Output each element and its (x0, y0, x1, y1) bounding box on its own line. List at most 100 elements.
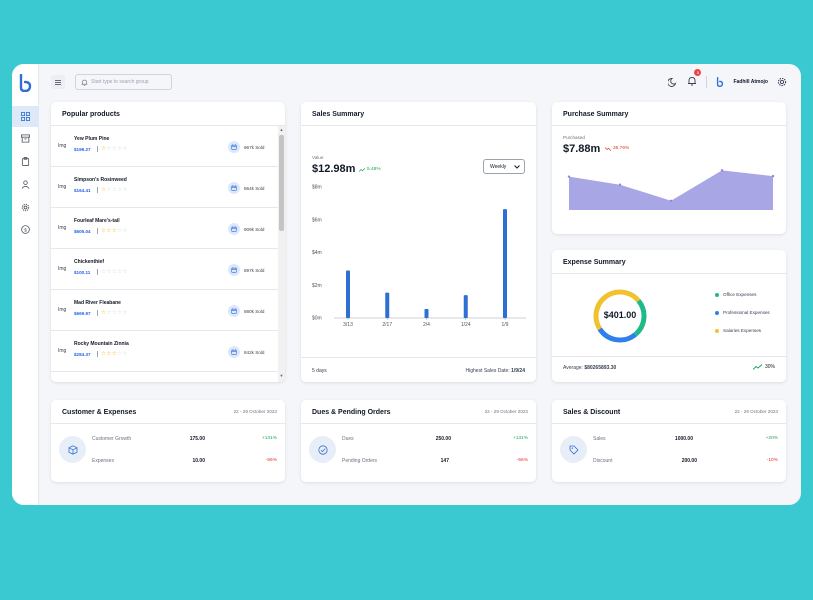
bar[interactable] (463, 295, 468, 318)
sold-icon-wrap (228, 346, 240, 358)
user-name[interactable]: Fadhill Atmojo (733, 79, 768, 85)
expenses-value: 10.00 (192, 458, 205, 464)
brand-logo-icon[interactable] (18, 74, 33, 92)
bar[interactable] (424, 308, 429, 318)
customer-growth-label: Customer Growth (92, 436, 132, 442)
sold-icon-wrap (228, 305, 240, 317)
product-price: $669.97 (74, 311, 91, 316)
customer-expenses-date: 22 - 29 October 2023 (233, 409, 277, 414)
expense-average: Average: $80265893.30 (563, 365, 616, 371)
search-input[interactable]: Start type to search group (75, 74, 172, 90)
notification-badge: 5 (694, 69, 702, 76)
sidebar: $ (12, 64, 39, 505)
star-icon: ☆ (122, 350, 128, 357)
bar[interactable] (385, 292, 390, 318)
divider (97, 269, 98, 275)
menu-toggle-button[interactable] (51, 75, 65, 89)
product-image-placeholder: Img (58, 143, 67, 149)
y-tick-label: $4m (312, 250, 322, 256)
sidebar-item-settings[interactable] (12, 197, 39, 218)
highest-sales-label: Highest Sales Date: (465, 368, 510, 374)
product-sold: 897k Sold (244, 268, 265, 273)
legend-label: Office Expenses (723, 292, 757, 297)
calendar-icon (231, 144, 237, 150)
expense-change-value: 30% (764, 364, 775, 370)
top-right-controls: 5 Fadhill Atmojo (668, 69, 787, 91)
x-tick-label: 1/24 (461, 322, 471, 328)
top-bar: Start type to search group 5 Fadhill Atm… (39, 64, 801, 100)
legend-dot (715, 292, 719, 297)
sales-discount-title: Sales & Discount (563, 409, 621, 416)
discount-change: -10% (766, 458, 778, 463)
average-value: $80265893.30 (584, 365, 617, 371)
moon-icon[interactable] (668, 77, 678, 87)
bar[interactable] (503, 209, 507, 318)
y-tick-label: $0m (312, 316, 322, 322)
sidebar-item-dashboard[interactable] (12, 106, 39, 127)
scroll-up-arrow-icon[interactable]: ▲ (279, 127, 284, 132)
data-point[interactable] (669, 199, 673, 202)
divider (51, 423, 285, 424)
expenses-label: Expenses (92, 458, 114, 464)
chevron-down-icon (514, 164, 520, 169)
svg-text:$: $ (24, 227, 27, 233)
box-icon (68, 444, 77, 455)
search-placeholder: Start type to search group (91, 79, 149, 85)
list-item[interactable]: Img Simpson's Rosinweed $164.41 ☆☆☆☆☆ 864k S… (51, 167, 278, 208)
sales-discount-icon-wrap (560, 436, 587, 463)
legend-item: Office Expenses (715, 292, 756, 297)
clipboard-icon (21, 157, 30, 166)
product-price: $199.27 (74, 147, 91, 152)
divider (301, 125, 536, 126)
product-name: Fourleaf Mare's-tail (74, 218, 120, 224)
sold-icon-wrap (228, 141, 240, 153)
purchase-label: Purchased (563, 135, 585, 140)
customer-expenses-title: Customer & Expenses (62, 409, 137, 416)
sales-value-row: 1000.00 (674, 436, 693, 442)
period-select[interactable]: Weekly (483, 159, 525, 174)
divider (706, 76, 708, 88)
product-name: Simpson's Rosinweed (74, 177, 127, 183)
scroll-down-arrow-icon[interactable]: ▼ (279, 373, 284, 378)
dues-value: 250.00 (435, 436, 451, 442)
list-item[interactable]: Img Mad River Fleabane $669.97 ☆☆☆☆☆ 880k So… (51, 290, 278, 331)
divider (97, 228, 98, 234)
settings-gear-icon[interactable] (777, 77, 787, 87)
star-icon: ☆ (122, 145, 128, 152)
data-point[interactable] (567, 175, 571, 178)
list-item[interactable]: Img Fourleaf Mare's-tail $605.04 ☆☆☆☆☆ 909k … (51, 208, 278, 249)
data-point[interactable] (618, 183, 622, 186)
sidebar-item-expenses[interactable]: $ (12, 219, 39, 240)
dues-label: Dues (342, 436, 354, 442)
x-tick-label: 1/9 (502, 322, 509, 328)
dues-orders-title: Dues & Pending Orders (312, 409, 391, 416)
list-item[interactable]: Img Rocky Mountain Zinnia $284.37 ☆☆☆☆☆ 842k… (51, 331, 278, 372)
purchase-change: 35.76% (605, 146, 629, 151)
data-point[interactable] (720, 169, 724, 172)
notifications-button[interactable]: 5 (687, 69, 702, 91)
list-item[interactable]: Img Chickenthief $100.11 ☆☆☆☆☆ 897k Sold (51, 249, 278, 290)
expense-change: 30% (752, 364, 775, 370)
bell-outline-icon (81, 79, 88, 86)
y-tick-label: $6m (312, 217, 322, 223)
sidebar-item-users[interactable] (12, 174, 39, 195)
customer-expenses-card: Customer & Expenses 22 - 29 October 2023… (51, 400, 285, 482)
avatar-logo-icon[interactable] (716, 77, 724, 87)
divider (301, 423, 536, 424)
legend-label: Salaries Expenses (723, 328, 762, 333)
donut-slice[interactable] (597, 327, 637, 343)
bar[interactable] (346, 270, 350, 318)
scrollbar-thumb[interactable] (279, 135, 284, 231)
dollar-circle-icon: $ (21, 225, 30, 234)
divider (97, 187, 98, 193)
divider (552, 356, 786, 357)
list-item[interactable]: Img Yew Plum Pine $199.27 ☆☆☆☆☆ 967k Sold (51, 126, 278, 167)
sidebar-item-inventory[interactable] (12, 128, 39, 149)
highest-sales-date: Highest Sales Date: 1/9/24 (466, 368, 526, 374)
customer-growth-value: 175.00 (189, 436, 205, 442)
sidebar-item-products[interactable] (12, 151, 39, 172)
star-icon: ☆ (122, 268, 128, 275)
product-image-placeholder: Img (58, 307, 67, 313)
data-point[interactable] (771, 174, 775, 178)
rating-stars: ☆☆☆☆☆ (101, 228, 128, 234)
